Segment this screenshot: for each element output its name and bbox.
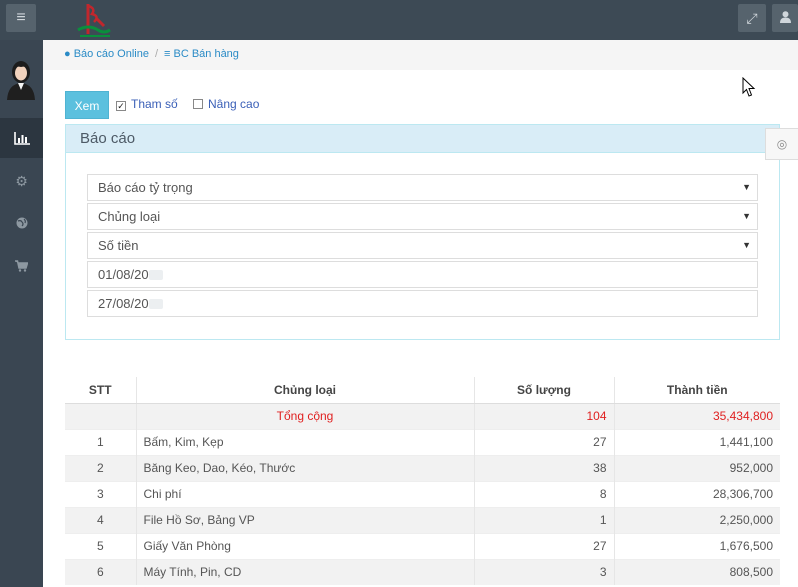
- table-cell: 808,500: [613, 558, 780, 585]
- table-cell: 1,676,500: [613, 532, 780, 559]
- params-checkbox[interactable]: ✓ Tham số: [116, 97, 178, 111]
- table-cell: Băng Keo, Dao, Kéo, Thước: [135, 454, 474, 481]
- total-quantity: 104: [473, 402, 614, 429]
- table-header-row: STT Chủng loại Số lượng Thành tiền: [65, 377, 780, 404]
- table-cell: 2,250,000: [613, 506, 780, 533]
- hamburger-icon[interactable]: ≡: [6, 4, 36, 32]
- sidebar: ⚙: [0, 40, 43, 587]
- table-cell: Bấm, Kim, Kẹp: [135, 428, 474, 455]
- view-button[interactable]: Xem: [65, 91, 109, 119]
- col-header-amount[interactable]: Thành tiền: [613, 377, 780, 404]
- table-cell: 1: [65, 428, 136, 455]
- col-header-quantity[interactable]: Số lượng: [473, 377, 614, 404]
- breadcrumb: ● Báo cáo Online / ≡ BC Bán hàng: [43, 40, 798, 70]
- table-cell: 8: [473, 480, 614, 507]
- table-cell: Giấy Văn Phòng: [135, 532, 474, 559]
- advanced-checkbox[interactable]: Nâng cao: [193, 97, 259, 111]
- redacted-text: [148, 270, 163, 280]
- table-row: 6 Máy Tính, Pin, CD 3 808,500: [65, 558, 780, 585]
- palette-icon: ◎: [776, 137, 788, 151]
- top-navbar: ≡ ⤢: [0, 0, 798, 40]
- group-by-select[interactable]: Chủng loại ▼: [87, 203, 758, 230]
- caret-down-icon: ▼: [742, 240, 751, 250]
- table-row: 5 Giấy Văn Phòng 27 1,676,500: [65, 532, 780, 559]
- table-cell: 3: [65, 480, 136, 507]
- table-cell: 28,306,700: [613, 480, 780, 507]
- company-logo: [77, 4, 111, 37]
- col-header-category[interactable]: Chủng loại: [135, 377, 474, 404]
- report-type-select[interactable]: Báo cáo tỷ trọng ▼: [87, 174, 758, 201]
- table-cell: File Hồ Sơ, Bảng VP: [135, 506, 474, 533]
- redacted-text: [148, 299, 163, 309]
- globe-icon: ●: [64, 48, 71, 60]
- side-settings-tab[interactable]: ◎: [765, 128, 798, 160]
- table-cell: [65, 402, 136, 429]
- table-cell: 27: [473, 428, 614, 455]
- checkbox-checked[interactable]: ✓: [116, 101, 126, 111]
- table-cell: Chi phí: [135, 480, 474, 507]
- total-row: Tổng cộng 104 35,434,800: [65, 402, 780, 429]
- to-date-input[interactable]: 27/08/20: [87, 290, 758, 317]
- table-cell: 27: [473, 532, 614, 559]
- user-avatar[interactable]: [5, 58, 37, 100]
- table-cell: 952,000: [613, 454, 780, 481]
- table-cell: 2: [65, 454, 136, 481]
- table-cell: 1,441,100: [613, 428, 780, 455]
- sidebar-item-sales[interactable]: [0, 246, 43, 286]
- bar-chart-icon: [13, 132, 30, 145]
- globe-icon: [16, 217, 27, 229]
- table-cell: Máy Tính, Pin, CD: [135, 558, 474, 585]
- breadcrumb-online-reports[interactable]: ● Báo cáo Online: [64, 48, 149, 60]
- table-cell: 3: [473, 558, 614, 585]
- col-header-stt[interactable]: STT: [65, 377, 136, 404]
- total-label: Tổng cộng: [135, 402, 474, 429]
- gear-icon: ⚙: [15, 173, 28, 189]
- user-icon[interactable]: [772, 4, 798, 32]
- table-cell: 38: [473, 454, 614, 481]
- breadcrumb-sales-report[interactable]: ≡ BC Bán hàng: [164, 48, 239, 60]
- sidebar-item-settings[interactable]: ⚙: [0, 161, 43, 201]
- caret-down-icon: ▼: [742, 211, 751, 221]
- table-row: 3 Chi phí 8 28,306,700: [65, 480, 780, 507]
- mouse-cursor-icon: [742, 77, 756, 97]
- list-icon: ≡: [164, 48, 171, 60]
- table-row: 2 Băng Keo, Dao, Kéo, Thước 38 952,000: [65, 454, 780, 481]
- breadcrumb-separator: /: [154, 48, 158, 60]
- table-cell: 6: [65, 558, 136, 585]
- checkbox-unchecked[interactable]: [193, 99, 203, 109]
- from-date-input[interactable]: 01/08/20: [87, 261, 758, 288]
- table-cell: 5: [65, 532, 136, 559]
- panel-title: Báo cáo: [66, 125, 779, 153]
- sidebar-item-online[interactable]: [0, 203, 43, 243]
- measure-select[interactable]: Số tiền ▼: [87, 232, 758, 259]
- table-cell: 1: [473, 506, 614, 533]
- table-row: 1 Bấm, Kim, Kẹp 27 1,441,100: [65, 428, 780, 455]
- table-cell: 4: [65, 506, 136, 533]
- cart-icon: [15, 260, 29, 272]
- caret-down-icon: ▼: [742, 182, 751, 192]
- sidebar-item-reports[interactable]: [0, 118, 43, 158]
- report-params-panel: Báo cáo Báo cáo tỷ trọng ▼ Chủng loại ▼ Số…: [65, 124, 780, 340]
- total-amount: 35,434,800: [613, 402, 780, 429]
- report-table: STT Chủng loại Số lượng Thành tiền Tổng …: [65, 377, 780, 585]
- expand-icon[interactable]: ⤢: [738, 4, 766, 32]
- table-row: 4 File Hồ Sơ, Bảng VP 1 2,250,000: [65, 506, 780, 533]
